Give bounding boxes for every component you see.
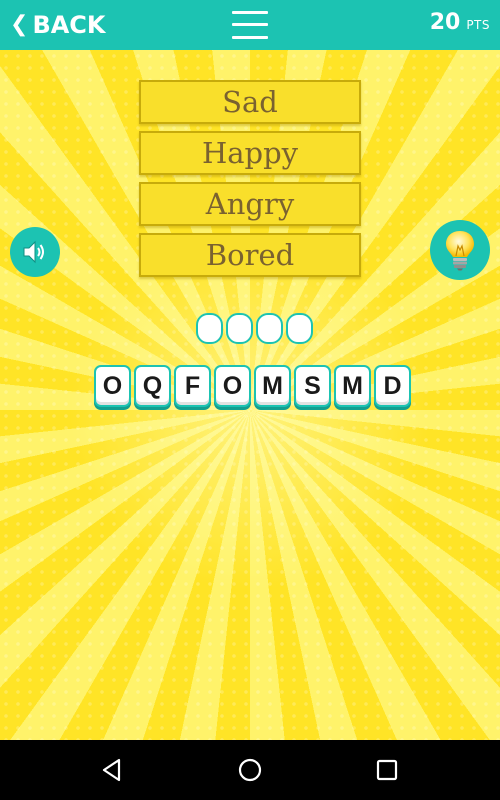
hint-button[interactable]: [430, 220, 490, 280]
answer-slot[interactable]: [256, 313, 283, 344]
square-recents-icon: [376, 759, 398, 781]
answer-slots: [196, 313, 313, 344]
nav-recents-button[interactable]: [372, 755, 402, 785]
game-board: Sad Happy Angry Bored O Q F O M S M D: [0, 50, 500, 740]
system-nav-bar: [0, 740, 500, 800]
hamburger-menu-icon-line: [232, 36, 268, 39]
letter-tile[interactable]: Q: [134, 365, 171, 407]
speaker-icon: [23, 240, 44, 264]
letter-tile[interactable]: S: [294, 365, 331, 407]
menu-button[interactable]: [230, 9, 270, 41]
letter-tile[interactable]: F: [174, 365, 211, 407]
lightbulb-icon: [446, 231, 474, 271]
letter-tile[interactable]: M: [334, 365, 371, 407]
nav-home-button[interactable]: [235, 755, 265, 785]
nav-back-button[interactable]: [98, 755, 128, 785]
hamburger-menu-icon-line: [232, 23, 268, 26]
clue-word: Angry: [139, 182, 361, 226]
back-label: BACK: [32, 11, 106, 39]
clue-word: Sad: [139, 80, 361, 124]
sound-button[interactable]: [10, 227, 60, 277]
clue-word: Bored: [139, 233, 361, 277]
answer-slot[interactable]: [286, 313, 313, 344]
triangle-back-icon: [102, 758, 121, 782]
letter-tile[interactable]: O: [214, 365, 251, 407]
back-button[interactable]: ❮ BACK: [10, 8, 106, 42]
letter-tile[interactable]: M: [254, 365, 291, 407]
letter-tile[interactable]: O: [94, 365, 131, 407]
letter-tile[interactable]: D: [374, 365, 411, 407]
points-unit: PTS: [466, 18, 490, 32]
clue-word: Happy: [139, 131, 361, 175]
hamburger-menu-icon: [232, 11, 268, 14]
letter-tiles: O Q F O M S M D: [94, 365, 411, 407]
chevron-left-icon: ❮: [10, 12, 29, 37]
top-bar: ❮ BACK 20 PTS: [0, 0, 500, 50]
clue-list: Sad Happy Angry Bored: [139, 80, 361, 284]
answer-slot[interactable]: [196, 313, 223, 344]
points-display: 20 PTS: [430, 10, 490, 40]
circle-home-icon: [238, 758, 262, 782]
points-value: 20: [429, 10, 461, 35]
answer-slot[interactable]: [226, 313, 253, 344]
